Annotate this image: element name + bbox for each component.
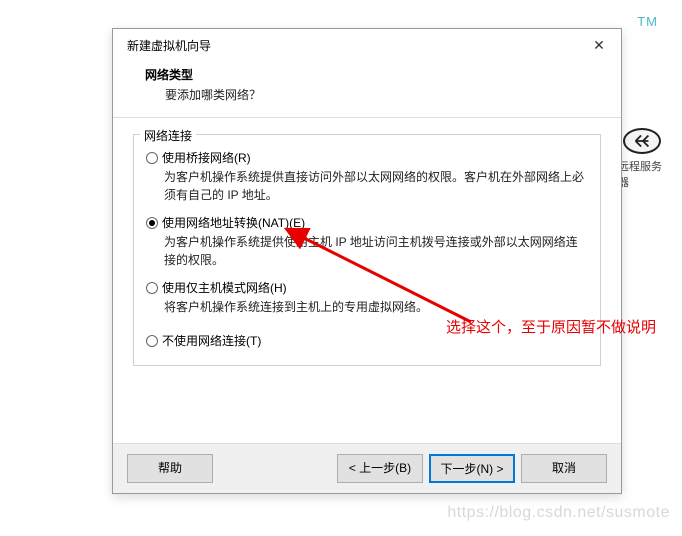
radio-icon: [146, 335, 158, 347]
button-bar: 帮助 < 上一步(B) 下一步(N) > 取消: [113, 443, 621, 493]
remote-server-sidebar-item: 远程服务器: [618, 128, 666, 184]
radio-description: 将客户机操作系统连接到主机上的专用虚拟网络。: [146, 296, 588, 316]
radio-option-bridged[interactable]: 使用桥接网络(R) 为客户机操作系统提供直接访问外部以太网网络的权限。客户机在外…: [146, 149, 588, 204]
radio-label: 使用桥接网络(R): [162, 149, 251, 166]
radio-icon: [146, 282, 158, 294]
back-button[interactable]: < 上一步(B): [337, 454, 423, 483]
watermark: https://blog.csdn.net/susmote: [447, 504, 670, 522]
annotation-text: 选择这个，至于原因暂不做说明: [446, 316, 656, 337]
wizard-header: 网络类型 要添加哪类网络？: [113, 60, 621, 118]
next-button[interactable]: 下一步(N) >: [429, 454, 515, 483]
background-tm-text: TM: [637, 14, 658, 29]
dialog-title: 新建虚拟机向导: [127, 37, 211, 54]
radio-label: 使用仅主机模式网络(H): [162, 279, 287, 296]
wizard-dialog: 新建虚拟机向导 ✕ 网络类型 要添加哪类网络？ 网络连接 使用桥接网络(R) 为…: [112, 28, 622, 494]
radio-label: 不使用网络连接(T): [162, 332, 261, 349]
header-subtitle: 要添加哪类网络？: [145, 86, 621, 103]
radio-option-hostonly[interactable]: 使用仅主机模式网络(H) 将客户机操作系统连接到主机上的专用虚拟网络。: [146, 279, 588, 316]
radio-label: 使用网络地址转换(NAT)(E): [162, 214, 305, 231]
header-title: 网络类型: [145, 66, 621, 83]
help-button[interactable]: 帮助: [127, 454, 213, 483]
radio-option-nat[interactable]: 使用网络地址转换(NAT)(E) 为客户机操作系统提供使用主机 IP 地址访问主…: [146, 214, 588, 269]
radio-icon: [146, 152, 158, 164]
radio-description: 为客户机操作系统提供使用主机 IP 地址访问主机拨号连接或外部以太网网络连接的权…: [146, 231, 588, 269]
cancel-button[interactable]: 取消: [521, 454, 607, 483]
titlebar: 新建虚拟机向导 ✕: [113, 29, 621, 60]
close-button[interactable]: ✕: [587, 37, 611, 54]
groupbox-label: 网络连接: [140, 127, 196, 144]
remote-server-icon: [623, 128, 661, 154]
radio-description: 为客户机操作系统提供直接访问外部以太网网络的权限。客户机在外部网络上必须有自己的…: [146, 166, 588, 204]
radio-icon: [146, 217, 158, 229]
remote-server-label: 远程服务器: [618, 158, 666, 190]
